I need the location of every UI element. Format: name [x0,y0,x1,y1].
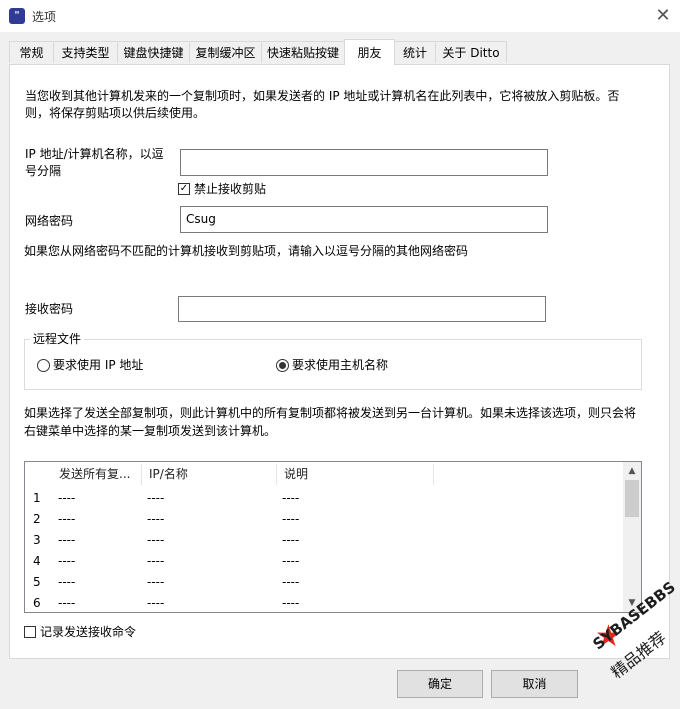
disable-receive-checkbox[interactable]: ✓ [178,183,190,195]
cell-ip[interactable]: ---- [147,575,164,589]
close-icon[interactable]: ✕ [648,2,678,30]
column-header-description[interactable]: 说明 [276,462,433,487]
network-password-input[interactable]: Csug [180,206,548,233]
ditto-app-icon: " [9,8,25,24]
cell-ip[interactable]: ---- [147,533,164,547]
cell-description[interactable]: ---- [282,554,299,568]
cell-description[interactable]: ---- [282,596,299,610]
send-note-line2: 右键菜单中选择的某一复制项发送到该计算机。 [24,424,277,438]
cell-description[interactable]: ---- [282,533,299,547]
ip-address-input[interactable] [180,149,548,176]
row-number: 4 [33,554,41,568]
title-bar [0,0,680,32]
cancel-button[interactable]: 取消 [491,670,578,698]
window-title: 选项 [32,10,57,24]
column-header-send-all[interactable]: 发送所有复... [51,462,141,487]
tab-friends[interactable]: 朋友 [344,39,395,65]
intro-text-line2: 则，将保存剪贴项以供后续使用。 [25,106,206,120]
tab-keyboard-shortcuts[interactable]: 键盘快捷键 [117,41,190,63]
require-hostname-radio[interactable] [276,359,289,372]
row-number: 3 [33,533,41,547]
cell-send-all[interactable]: ---- [58,575,75,589]
log-commands-label: 记录发送接收命令 [40,625,137,639]
friends-list[interactable]: 发送所有复... IP/名称 说明 1 ---- ---- ---- 2 ---… [24,461,642,613]
cell-ip[interactable]: ---- [147,491,164,505]
receive-password-label: 接收密码 [25,302,74,316]
ip-label-line2: 号分隔 [25,164,62,178]
receive-password-input[interactable] [178,296,546,322]
ok-button[interactable]: 确定 [397,670,483,698]
require-hostname-label: 要求使用主机名称 [292,358,389,372]
tab-quick-paste-keys[interactable]: 快速粘贴按键 [261,41,345,63]
remote-files-title: 远程文件 [30,331,85,347]
cell-ip[interactable]: ---- [147,596,164,610]
cell-ip[interactable]: ---- [147,554,164,568]
scroll-up-icon[interactable]: ▲ [624,463,640,479]
send-note-line1: 如果选择了发送全部复制项，则此计算机中的所有复制项都将被发送到另一台计算机。如果… [24,406,637,420]
cell-ip[interactable]: ---- [147,512,164,526]
cell-send-all[interactable]: ---- [58,596,75,610]
cell-description[interactable]: ---- [282,491,299,505]
row-number: 1 [33,491,41,505]
row-number: 5 [33,575,41,589]
row-number: 6 [33,596,41,610]
log-commands-checkbox[interactable] [24,626,36,638]
cell-send-all[interactable]: ---- [58,554,75,568]
network-password-label: 网络密码 [25,214,74,228]
row-number: 2 [33,512,41,526]
tab-general[interactable]: 常规 [9,41,54,63]
tab-stats[interactable]: 统计 [394,41,436,63]
column-header-ip[interactable]: IP/名称 [141,462,276,487]
column-separator[interactable] [433,464,434,485]
tab-copy-buffers[interactable]: 复制缓冲区 [189,41,262,63]
tab-supported-types[interactable]: 支持类型 [53,41,118,63]
cell-send-all[interactable]: ---- [58,533,75,547]
tab-about-ditto[interactable]: 关于 Ditto [435,41,507,63]
disable-receive-label: 禁止接收剪贴 [194,182,267,196]
cell-description[interactable]: ---- [282,512,299,526]
mismatch-note: 如果您从网络密码不匹配的计算机接收到剪贴项，请输入以逗号分隔的其他网络密码 [24,244,469,258]
cell-description[interactable]: ---- [282,575,299,589]
require-ip-label: 要求使用 IP 地址 [53,358,144,372]
cell-send-all[interactable]: ---- [58,512,75,526]
require-ip-radio[interactable] [37,359,50,372]
cell-send-all[interactable]: ---- [58,491,75,505]
scrollbar-thumb[interactable] [625,480,639,517]
